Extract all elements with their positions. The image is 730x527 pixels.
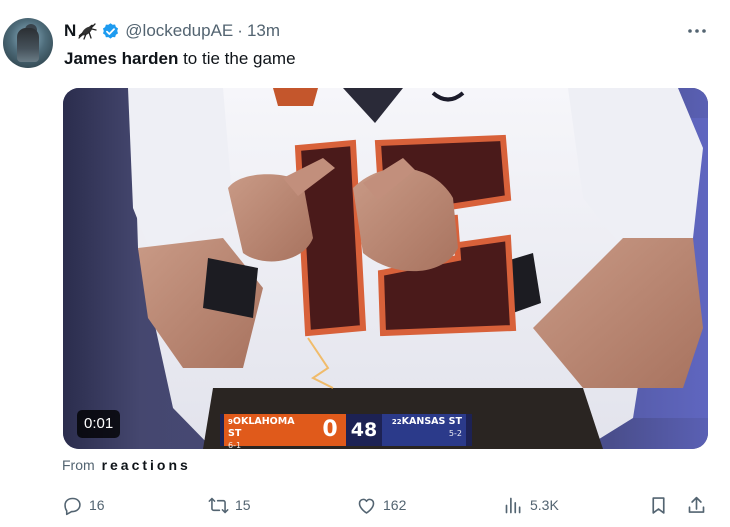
like-icon — [358, 498, 375, 514]
action-bar: 16 15 162 5.3K — [0, 492, 730, 518]
scorebug: 9OKLAHOMA ST 6-1 0 48 22KANSAS ST 5-2 — [220, 414, 472, 449]
display-name[interactable]: N — [64, 21, 76, 41]
separator-dot: · — [237, 21, 243, 40]
verified-badge-icon — [101, 22, 120, 41]
timestamp[interactable]: 13m — [247, 21, 280, 41]
tweet-text: James harden to tie the game — [64, 48, 296, 70]
scorebug-team2: 22KANSAS ST 5-2 — [382, 414, 466, 446]
bookmark-button[interactable] — [648, 492, 669, 518]
video-duration-badge: 0:01 — [77, 410, 121, 438]
video-player[interactable]: 0:01 9OKLAHOMA ST 6-1 0 48 22KANSAS ST 5… — [63, 88, 708, 449]
views-button[interactable]: 5.3K — [503, 492, 559, 518]
team2-rank: 22 — [391, 418, 402, 426]
share-button[interactable] — [686, 492, 707, 518]
team1-name: OKLAHOMA ST — [228, 416, 295, 439]
repost-count: 15 — [235, 497, 251, 513]
media-source-link[interactable]: reactions — [102, 457, 191, 473]
team2-score: 48 — [346, 414, 382, 446]
video-frame — [63, 88, 708, 449]
reply-count: 16 — [89, 497, 105, 513]
more-options-icon[interactable] — [684, 22, 710, 40]
repost-icon — [208, 497, 229, 513]
views-icon — [505, 497, 521, 513]
tweet: N @lockedupAE · 13m James harden to tie … — [0, 0, 730, 527]
tweet-header: N @lockedupAE · 13m — [64, 20, 280, 42]
team2-record: 5-2 — [448, 429, 462, 438]
scorebug-team1: 9OKLAHOMA ST 6-1 — [224, 414, 314, 449]
team2-name: KANSAS ST — [401, 416, 462, 427]
scorebug-right-edge — [466, 414, 472, 446]
media-source-prefix: From — [62, 457, 95, 473]
media-source: From reactions — [62, 457, 191, 473]
views-count: 5.3K — [530, 497, 559, 513]
tweet-text-bold: James harden — [64, 49, 179, 68]
tweet-text-rest: to tie the game — [178, 49, 296, 68]
avatar-body-shape — [17, 28, 39, 62]
team1-score: 0 — [314, 414, 346, 446]
like-count: 162 — [383, 497, 407, 513]
avatar[interactable] — [3, 18, 53, 68]
handle[interactable]: @lockedupAE — [125, 21, 233, 41]
bookmark-icon — [652, 496, 665, 514]
reply-button[interactable]: 16 — [62, 492, 105, 518]
repost-button[interactable]: 15 — [208, 492, 251, 518]
like-button[interactable]: 162 — [356, 492, 406, 518]
insect-emoji-icon — [77, 22, 97, 40]
reply-icon — [64, 497, 81, 515]
team1-record: 6-1 — [228, 441, 242, 449]
share-icon — [688, 496, 705, 513]
